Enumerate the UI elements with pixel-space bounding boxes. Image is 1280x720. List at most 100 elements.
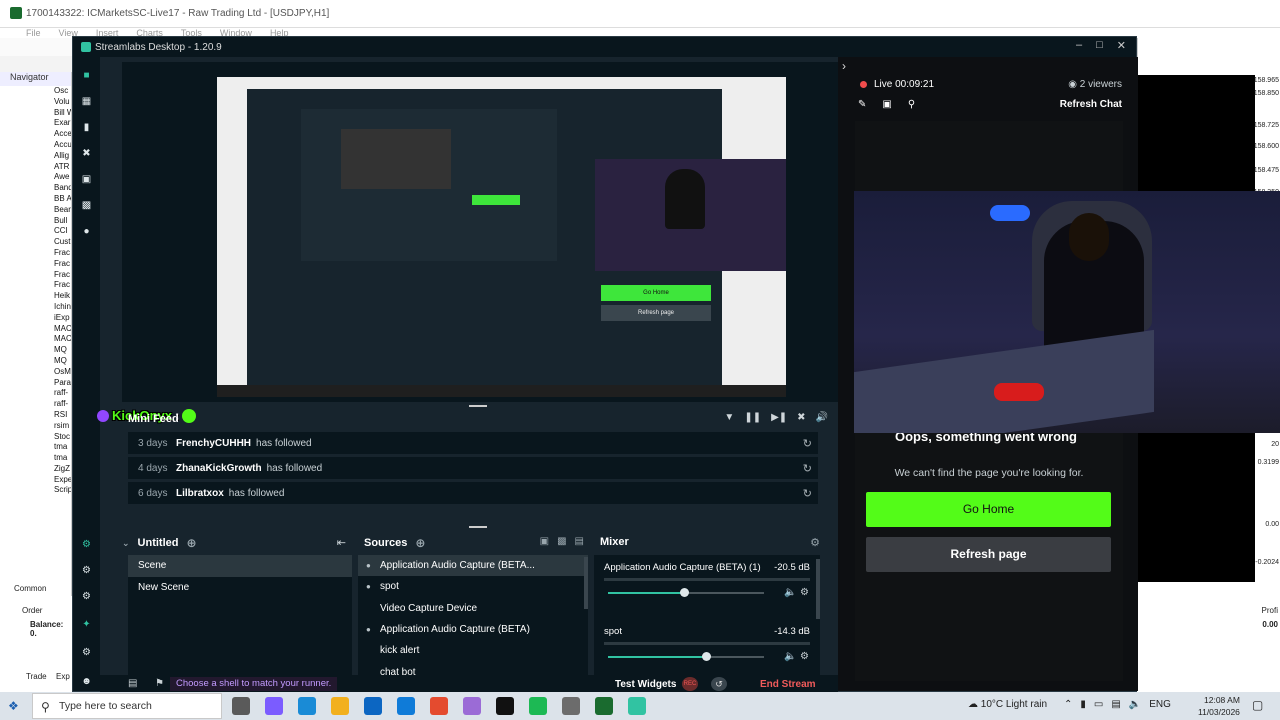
navigator-item[interactable]: raff- (0, 388, 71, 399)
tab-trade[interactable]: Trade (26, 672, 47, 681)
filter-icon[interactable]: ▼ (724, 412, 734, 423)
settings-icon[interactable]: ⚙ (81, 647, 92, 658)
source-item[interactable]: Video Capture Device (358, 598, 588, 619)
navigator-item[interactable]: MQ (0, 345, 71, 356)
skip-icon[interactable]: ▶❚ (771, 412, 787, 423)
navigator-item[interactable]: RSI (0, 410, 71, 421)
navigator-item[interactable]: OsM (0, 367, 71, 378)
navigator-item[interactable]: Para (0, 378, 71, 389)
navigator-item[interactable]: Acce (0, 129, 71, 140)
navigator-item[interactable]: Stoc (0, 432, 71, 443)
stream-preview[interactable]: Go Home Refresh page (217, 77, 786, 397)
pause-icon[interactable]: ❚❚ (744, 412, 761, 423)
mute-alerts-icon[interactable]: ✖ (797, 412, 805, 423)
volume-icon[interactable]: 🔊 (816, 412, 828, 423)
navigator-item[interactable]: MQ (0, 356, 71, 367)
source-item[interactable]: kick alert (358, 640, 588, 661)
taskbar-app-icon[interactable] (397, 697, 415, 715)
volume-slider[interactable] (608, 588, 764, 597)
navigator-item[interactable]: MAC (0, 324, 71, 335)
taskbar-app-icon[interactable] (562, 697, 580, 715)
volume-knob[interactable] (702, 652, 712, 661)
navigator-item[interactable]: ATR (0, 162, 71, 173)
taskbar-app-icon[interactable] (463, 697, 481, 715)
weather-widget[interactable]: ☁ 10°C Light rain (968, 699, 1047, 710)
taskbar-app-icon[interactable] (595, 697, 613, 715)
navigator-item[interactable]: Cust (0, 237, 71, 248)
navigator-item[interactable]: Ichin (0, 302, 71, 313)
taskbar-app-icon[interactable] (298, 697, 316, 715)
speaker-icon[interactable]: 🔈 (784, 651, 796, 662)
scene-collection-title[interactable]: Untitled (138, 537, 179, 549)
system-clock[interactable]: 12:08 AM 11/03/2026 (1198, 694, 1240, 718)
source-item[interactable]: ● Application Audio Capture (BETA... (358, 555, 588, 577)
navigator-item[interactable]: Frac (0, 280, 71, 291)
repeat-alert-icon[interactable]: ↻ (803, 437, 812, 450)
close-icon[interactable]: ✕ (1117, 39, 1126, 52)
navigator-item[interactable]: iExp (0, 313, 71, 324)
themes-icon[interactable]: ▩ (81, 200, 92, 211)
navigator-item[interactable]: Bear (0, 205, 71, 216)
settings-cog-icon[interactable]: ⚙ (81, 591, 92, 602)
notifications-icon[interactable]: ▢ (1252, 698, 1263, 712)
channel-settings-icon[interactable]: ⚙ (800, 587, 809, 598)
share-icon[interactable]: ⚲ (908, 99, 915, 110)
taskbar-app-icon[interactable] (628, 697, 646, 715)
menu-file[interactable]: File (26, 28, 41, 38)
navigator-item[interactable]: rsim (0, 421, 71, 432)
runner-message[interactable]: Choose a shell to match your runner. (170, 677, 338, 691)
navigator-item[interactable]: CCI (0, 226, 71, 237)
source-add-folder-icon[interactable]: ▤ (575, 536, 584, 547)
repeat-alert-icon[interactable]: ↻ (803, 462, 812, 475)
language-indicator[interactable]: ENG (1149, 699, 1171, 710)
navigator-item[interactable]: Frac (0, 248, 71, 259)
tray-network-icon[interactable]: ▤ (1111, 699, 1120, 710)
taskbar-app-icon[interactable] (496, 697, 514, 715)
taskbar-app-icon[interactable] (364, 697, 382, 715)
navigator-item[interactable]: Expert A (0, 475, 71, 486)
scene-item[interactable]: Scene (128, 555, 352, 577)
tray-battery-icon[interactable]: ▭ (1094, 699, 1103, 710)
cloud-icon[interactable]: ⚙ (81, 539, 92, 550)
source-item[interactable]: ● spot (358, 576, 588, 597)
test-widgets-button[interactable]: Test Widgets (615, 679, 676, 690)
collection-chevron-icon[interactable]: ⌄ (122, 538, 130, 549)
navigator-item[interactable]: Band (0, 183, 71, 194)
panels-resize-handle[interactable] (469, 526, 487, 528)
ultra-icon[interactable]: ✦ (81, 619, 92, 630)
navigator-item[interactable]: Frac (0, 270, 71, 281)
alert-box-icon[interactable]: ⚙ (81, 565, 92, 576)
layout-icon[interactable]: ▦ (81, 96, 92, 107)
replay-buffer-icon[interactable]: ↺ (711, 677, 727, 691)
speaker-icon[interactable]: 🔈 (784, 587, 796, 598)
taskbar-app-icon[interactable] (232, 697, 250, 715)
navigator-item[interactable]: Awe (0, 172, 71, 183)
editor-icon[interactable]: ■ (81, 70, 92, 81)
navigator-item[interactable]: Heik (0, 291, 71, 302)
navigator-item[interactable]: MAC (0, 334, 71, 345)
navigator-item[interactable]: Allig (0, 151, 71, 162)
tray-chevron-icon[interactable]: ⌃ (1064, 699, 1072, 710)
minifeed-resize-handle[interactable] (469, 405, 487, 407)
scene-item[interactable]: New Scene (128, 577, 352, 599)
tab-exposure[interactable]: Exp (56, 672, 70, 681)
channel-settings-icon[interactable]: ⚙ (800, 651, 809, 662)
performance-icon[interactable]: ▤ (128, 678, 137, 689)
maximize-icon[interactable]: □ (1096, 39, 1103, 52)
navigator-item[interactable]: Exar (0, 118, 71, 129)
clip-icon[interactable]: ▣ (882, 99, 891, 110)
tools-icon[interactable]: ✖ (81, 148, 92, 159)
taskbar-app-icon[interactable] (265, 697, 283, 715)
navigator-item[interactable]: Scripts (0, 485, 71, 496)
mixer-settings-icon[interactable]: ⚙ (810, 536, 820, 549)
mixer-scrollbar[interactable] (816, 559, 820, 619)
navigator-item[interactable]: tma (0, 442, 71, 453)
navigator-item[interactable]: Frac (0, 259, 71, 270)
source-item[interactable]: ● Application Audio Capture (BETA) (358, 619, 588, 640)
record-icon[interactable]: ● (81, 226, 92, 237)
navigator-item[interactable]: ZigZ (0, 464, 71, 475)
tray-volume-icon[interactable]: 🔈 (1129, 699, 1141, 710)
navigator-item[interactable]: raff- (0, 399, 71, 410)
navigator-item[interactable]: Bill W (0, 108, 71, 119)
navigator-item[interactable]: tma (0, 453, 71, 464)
